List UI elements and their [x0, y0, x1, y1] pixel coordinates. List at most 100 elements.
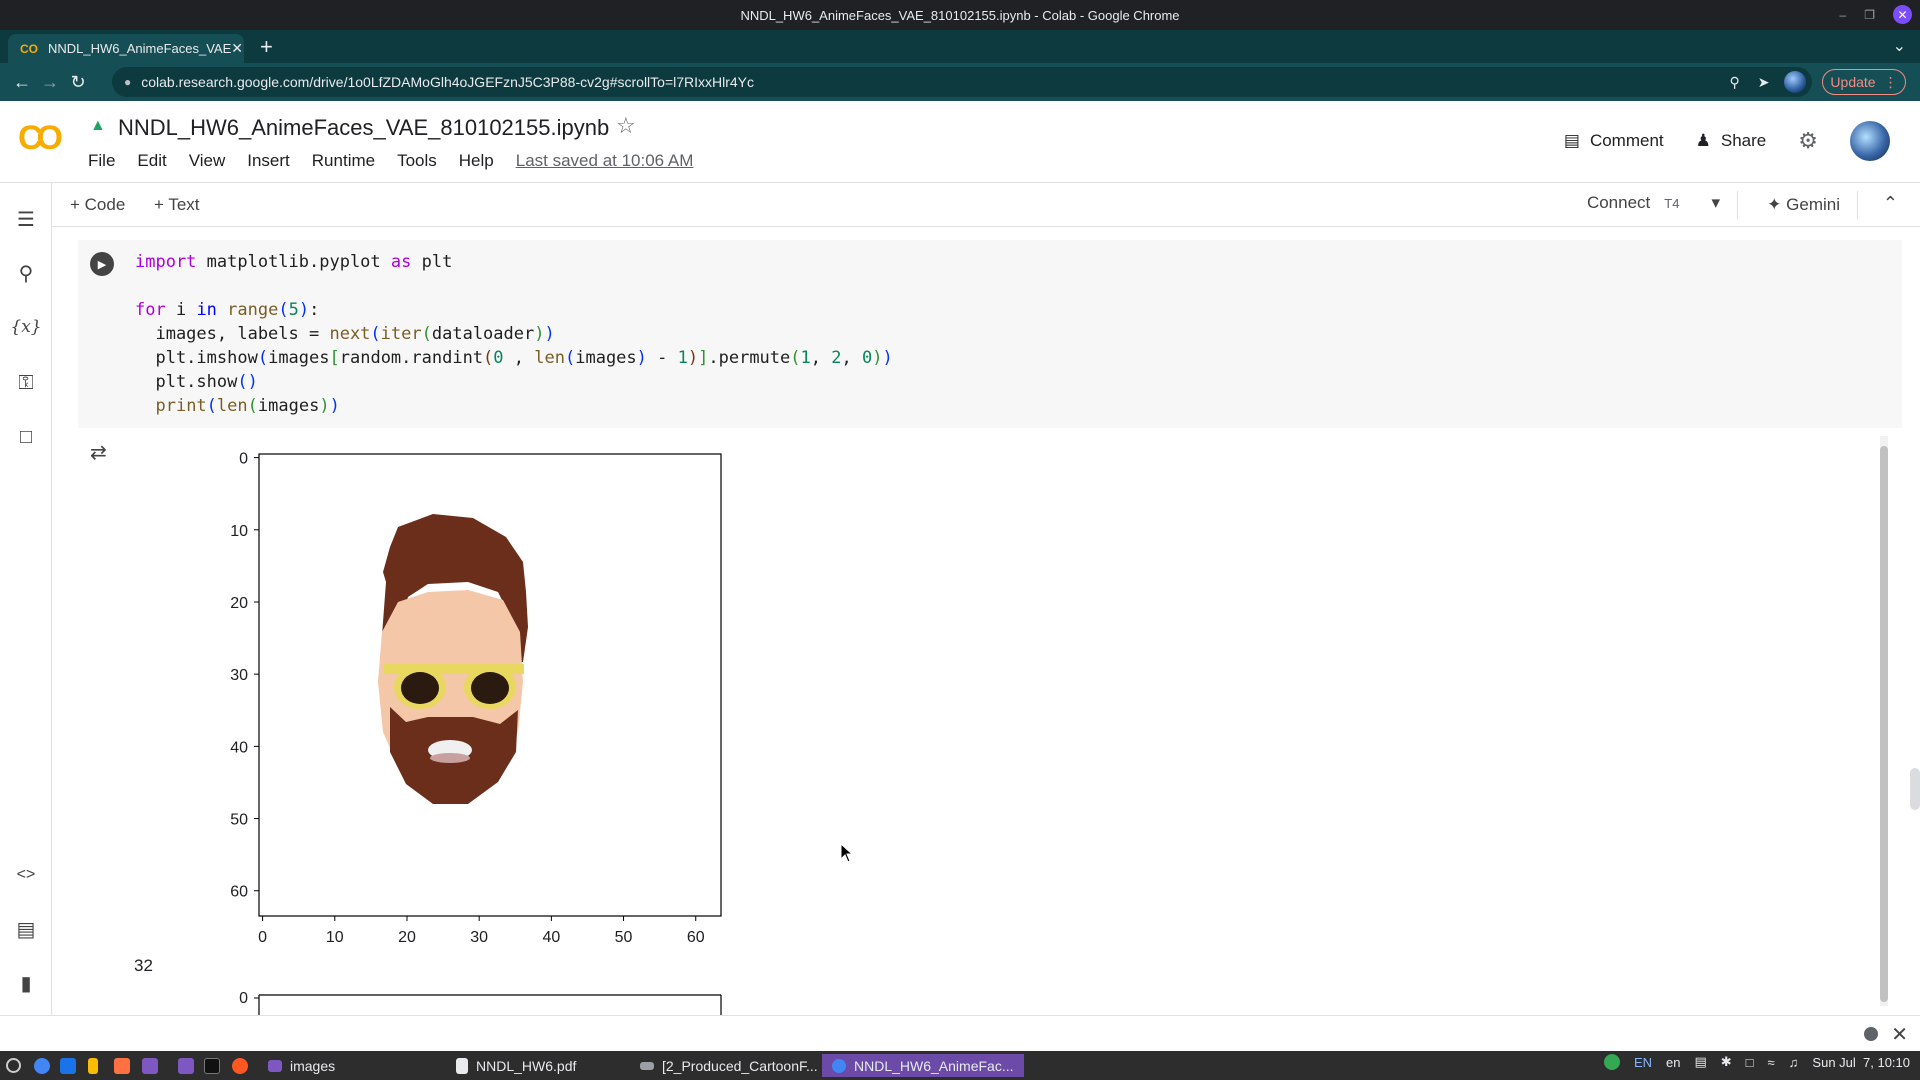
y-tick-label: 20 [230, 595, 248, 612]
taskbar-item-pdf[interactable]: NNDL_HW6.pdf [456, 1054, 576, 1077]
folder-launcher-icon[interactable] [178, 1054, 194, 1077]
code-cell[interactable]: ▶ import matplotlib.pyplot as plt for i … [78, 240, 1902, 428]
add-code-button[interactable]: + Code [70, 195, 125, 215]
app-launcher-icon[interactable] [114, 1054, 130, 1077]
clock[interactable]: Sun Jul 7, 10:10 [1812, 1055, 1910, 1070]
share-button[interactable]: ♟ Share [1696, 131, 1767, 151]
update-check-icon[interactable] [1603, 1054, 1620, 1070]
keyboard-layout-label[interactable]: EN [1634, 1055, 1652, 1070]
code-editor[interactable]: import matplotlib.pyplot as plt for i in… [135, 250, 893, 418]
window-title: NNDL_HW6_AnimeFaces_VAE_810102155.ipynb … [740, 7, 1180, 23]
connect-label: Connect [1586, 193, 1651, 212]
reload-icon[interactable]: ↻ [64, 72, 92, 93]
lens-right [471, 672, 509, 704]
files-folder-icon[interactable]: □ [12, 423, 40, 451]
y-axis: 0 10 20 30 40 50 60 [230, 451, 259, 901]
terminal-launcher-icon[interactable] [204, 1054, 220, 1077]
share-label: Share [1720, 131, 1767, 150]
collapse-header-icon[interactable]: ⌃ [1883, 193, 1898, 214]
code-snippets-icon[interactable]: <> [12, 861, 40, 889]
chrome-update-button[interactable]: Update ⋮ [1822, 69, 1906, 95]
colab-logo[interactable]: CO [18, 119, 63, 158]
translate-launcher-icon[interactable] [60, 1054, 76, 1077]
tab-close-icon[interactable]: ✕ [231, 40, 243, 57]
taskbar-item-label: NNDL_HW6.pdf [476, 1057, 577, 1074]
second-plot-ytick-label: 0 [239, 990, 248, 1007]
taskbar-item-cartoon[interactable]: [2_Produced_CartoonF... [640, 1054, 818, 1077]
forward-icon[interactable]: → [36, 72, 64, 93]
taskbar-item-label: NNDL_HW6_AnimeFac... [854, 1057, 1014, 1074]
connect-runtime-button[interactable]: Connect T4 ▾ [1587, 193, 1720, 213]
new-tab-icon[interactable]: + [260, 34, 273, 60]
os-taskbar: images NNDL_HW6.pdf [2_Produced_CartoonF… [0, 1051, 1920, 1080]
lens-left [401, 672, 439, 704]
gemini-button[interactable]: ✦ Gemini [1767, 195, 1840, 215]
y-tick-label: 10 [230, 523, 248, 540]
notebook-title[interactable]: NNDL_HW6_AnimeFaces_VAE_810102155.ipynb [118, 115, 609, 141]
bluetooth-icon[interactable]: ✱ [1721, 1054, 1732, 1070]
menu-file[interactable]: File [88, 151, 115, 171]
page-scrollbar[interactable] [1910, 768, 1920, 810]
star-notebook-icon[interactable]: ☆ [616, 113, 636, 139]
colab-favicon-icon: CO [20, 41, 38, 56]
comment-button[interactable]: ▤ Comment [1564, 131, 1664, 151]
output-scrollbar-thumb[interactable] [1880, 446, 1888, 1002]
files-launcher-icon[interactable] [142, 1054, 158, 1077]
add-text-button[interactable]: + Text [154, 195, 200, 215]
taskbar-item-images[interactable]: images [268, 1054, 335, 1077]
app-menu-icon[interactable] [6, 1054, 21, 1077]
search-icon[interactable]: ⚲ [12, 259, 40, 287]
send-icon[interactable]: ➤ [1758, 74, 1770, 91]
toolbar-divider [1737, 191, 1738, 219]
tab-search-chevron-icon[interactable]: ⌄ [1893, 36, 1906, 56]
terminal-icon[interactable]: ▮ [12, 969, 40, 997]
volume-icon[interactable]: ♫ [1789, 1055, 1799, 1070]
imshow-plot: 0 10 20 30 40 50 60 0 10 20 30 40 50 60 0 [230, 451, 722, 1016]
zoom-icon[interactable]: ⚲ [1729, 74, 1739, 91]
code-line: print(len(images)) [155, 396, 340, 416]
google-drive-icon: ▲ [90, 117, 106, 134]
url-text[interactable]: colab.research.google.com/drive/1o0LfZDA… [141, 74, 754, 90]
clipboard-icon[interactable]: □ [1746, 1055, 1754, 1070]
menu-tools[interactable]: Tools [397, 151, 437, 171]
maximize-icon[interactable]: ❐ [1864, 8, 1875, 22]
menu-runtime[interactable]: Runtime [312, 151, 375, 171]
minimize-icon[interactable]: – [1840, 8, 1847, 22]
runtime-type-label: T4 [1664, 195, 1680, 211]
display-icon[interactable]: ▤ [1694, 1054, 1706, 1070]
last-saved-link[interactable]: Last saved at 10:06 AM [516, 151, 694, 171]
wifi-icon[interactable]: ≈ [1768, 1055, 1775, 1070]
run-cell-button[interactable]: ▶ [90, 252, 114, 276]
colab-header: CO ▲ NNDL_HW6_AnimeFaces_VAE_810102155.i… [0, 101, 1920, 183]
code-line: for i in range(5): [135, 300, 320, 320]
chrome-profile-avatar[interactable] [1784, 71, 1806, 93]
x-tick-label: 50 [615, 929, 633, 946]
browser-tab-strip: CO NNDL_HW6_AnimeFaces_VAE ✕ + ⌄ [0, 30, 1920, 63]
input-language-label[interactable]: en [1666, 1055, 1680, 1070]
back-icon[interactable]: ← [8, 72, 36, 93]
menu-insert[interactable]: Insert [247, 151, 290, 171]
address-bar[interactable]: ● colab.research.google.com/drive/1o0LfZ… [112, 67, 1812, 97]
menu-view[interactable]: View [189, 151, 226, 171]
menu-help[interactable]: Help [459, 151, 494, 171]
system-tray: EN en ▤ ✱ □ ≈ ♫ Sun Jul 7, 10:10 [1603, 1054, 1910, 1070]
chrome-launcher-icon[interactable] [34, 1054, 50, 1077]
variables-icon[interactable]: {x} [10, 313, 41, 341]
taskbar-item-colab[interactable]: NNDL_HW6_AnimeFac... [822, 1054, 1024, 1077]
command-palette-icon[interactable]: ▤ [12, 915, 40, 943]
menu-edit[interactable]: Edit [137, 151, 166, 171]
runtime-dropdown-icon[interactable]: ▾ [1711, 193, 1720, 213]
window-titlebar: NNDL_HW6_AnimeFaces_VAE_810102155.ipynb … [0, 0, 1920, 30]
site-info-icon[interactable]: ● [124, 75, 131, 89]
table-of-contents-icon[interactable]: ☰ [12, 205, 40, 233]
notes-launcher-icon[interactable] [88, 1054, 98, 1077]
output-actions-icon[interactable]: ⇄ [90, 440, 107, 465]
settings-gear-icon[interactable]: ⚙ [1798, 128, 1818, 154]
secrets-key-icon[interactable]: ⚿ [12, 369, 40, 397]
printed-output: 32 [134, 956, 153, 975]
ubuntu-launcher-icon[interactable] [232, 1054, 248, 1077]
close-window-icon[interactable]: ✕ [1893, 5, 1912, 24]
user-avatar[interactable] [1850, 121, 1890, 161]
browser-tab-active[interactable]: CO NNDL_HW6_AnimeFaces_VAE ✕ [8, 34, 244, 63]
close-status-icon[interactable]: ✕ [1891, 1022, 1908, 1047]
